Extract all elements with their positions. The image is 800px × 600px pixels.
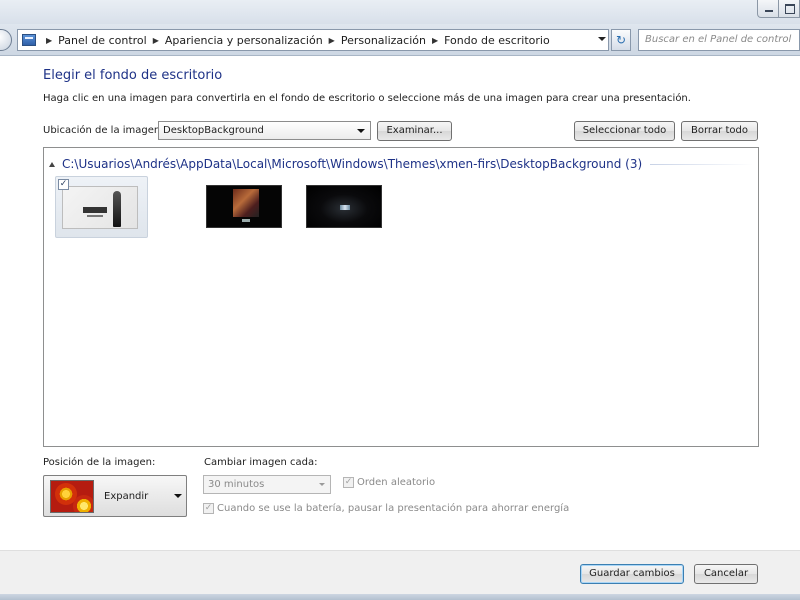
wallpaper-logo-shape <box>87 215 103 217</box>
wallpaper-artwork-shape <box>233 189 259 217</box>
wallpaper-logo-shape <box>83 207 107 213</box>
flower-shape <box>73 495 93 512</box>
shuffle-label[interactable]: Orden aleatorio <box>357 477 435 488</box>
breadcrumb-control-panel[interactable]: Panel de control <box>58 34 147 47</box>
chevron-right-icon[interactable]: ▶ <box>432 36 438 45</box>
chevron-down-icon <box>174 494 182 498</box>
wallpaper-figure-shape <box>113 191 121 227</box>
battery-pause-checkbox[interactable]: ✓ <box>203 503 214 514</box>
save-changes-button[interactable]: Guardar cambios <box>580 564 684 584</box>
chevron-down-icon <box>357 129 365 133</box>
chevron-right-icon[interactable]: ▶ <box>153 36 159 45</box>
picture-location-value: DesktopBackground <box>163 125 264 136</box>
picture-list[interactable]: C:\Usuarios\Andrés\AppData\Local\Microso… <box>43 147 759 447</box>
folder-group-header[interactable]: C:\Usuarios\Andrés\AppData\Local\Microso… <box>49 155 753 173</box>
breadcrumb-desktop-background[interactable]: Fondo de escritorio <box>444 34 550 47</box>
title-bar <box>0 0 800 24</box>
back-button[interactable] <box>0 29 12 51</box>
select-all-button[interactable]: Seleccionar todo <box>574 121 675 141</box>
address-history-dropdown-icon[interactable] <box>598 37 606 41</box>
browse-button[interactable]: Examinar... <box>377 121 452 141</box>
window-bottom-edge <box>0 594 800 600</box>
picture-location-select[interactable]: DesktopBackground <box>158 121 371 140</box>
refresh-button[interactable]: ↻ <box>611 29 631 51</box>
breadcrumb-appearance[interactable]: Apariencia y personalización <box>165 34 323 47</box>
footer-bar: Guardar cambios Cancelar <box>0 550 800 600</box>
instruction-text: Haga clic en una imagen para convertirla… <box>43 93 691 104</box>
wallpaper-thumbnail-1[interactable]: ✓ <box>55 176 148 238</box>
change-picture-label: Cambiar imagen cada: <box>204 457 318 468</box>
chevron-right-icon[interactable]: ▶ <box>46 36 52 45</box>
clear-all-button[interactable]: Borrar todo <box>681 121 758 141</box>
refresh-icon: ↻ <box>615 33 627 47</box>
picture-position-value: Expandir <box>104 491 149 502</box>
picture-position-select[interactable]: Expandir <box>43 475 187 517</box>
thumbnail-checkbox[interactable]: ✓ <box>58 179 69 190</box>
picture-location-label: Ubicación de la imagen: <box>43 125 164 136</box>
breadcrumb-personalization[interactable]: Personalización <box>341 34 426 47</box>
group-divider <box>650 163 753 165</box>
picture-position-label: Posición de la imagen: <box>43 457 156 468</box>
battery-pause-label[interactable]: Cuando se use la batería, pausar la pres… <box>217 503 569 514</box>
folder-path: C:\Usuarios\Andrés\AppData\Local\Microso… <box>62 157 643 171</box>
minimize-button[interactable] <box>757 0 779 18</box>
change-interval-select[interactable]: 30 minutos <box>203 475 331 494</box>
collapse-icon[interactable] <box>49 161 55 167</box>
search-input[interactable]: Buscar en el Panel de control <box>638 29 800 51</box>
wallpaper-thumbnail-3[interactable] <box>306 185 382 228</box>
wallpaper-thumbnail-2[interactable] <box>206 185 282 228</box>
address-bar[interactable]: ▶ Panel de control ▶ Apariencia y person… <box>17 29 609 51</box>
change-interval-value: 30 minutos <box>208 479 265 490</box>
page-title: Elegir el fondo de escritorio <box>43 68 223 83</box>
maximize-button[interactable] <box>778 0 800 18</box>
cancel-button[interactable]: Cancelar <box>694 564 758 584</box>
wallpaper-logo-shape <box>242 219 250 222</box>
wallpaper-preview-1 <box>62 186 138 229</box>
position-preview-icon <box>50 480 94 513</box>
chevron-down-icon <box>319 483 325 486</box>
shuffle-checkbox[interactable]: ✓ <box>343 477 354 488</box>
chevron-right-icon[interactable]: ▶ <box>329 36 335 45</box>
control-panel-icon <box>22 34 36 46</box>
wallpaper-logo-shape <box>340 205 350 210</box>
navigation-bar: ▶ Panel de control ▶ Apariencia y person… <box>0 24 800 56</box>
